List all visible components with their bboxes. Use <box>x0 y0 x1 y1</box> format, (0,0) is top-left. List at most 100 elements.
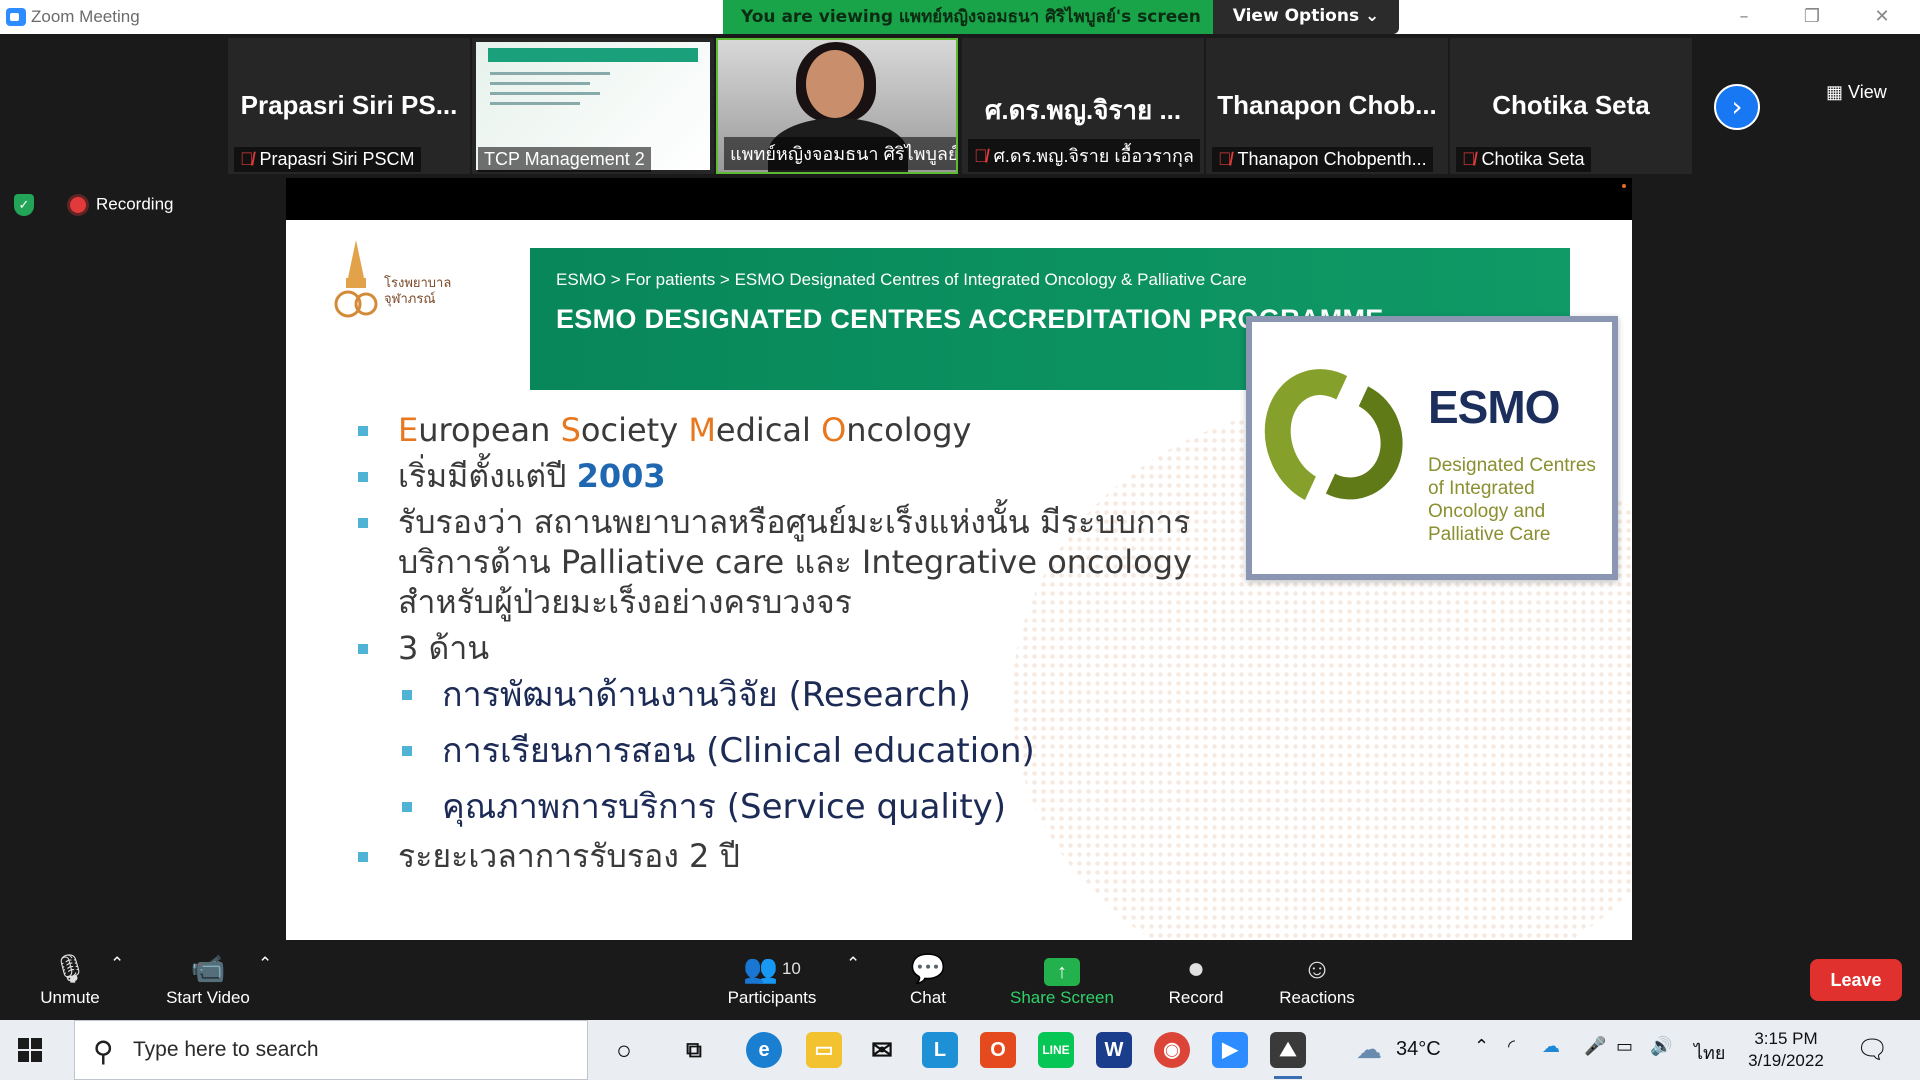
participant-label-text: Chotika Seta <box>1481 149 1585 169</box>
record-label: Record <box>1168 988 1224 1007</box>
slide-bullet-list: European Society Medical Oncology เริ่มม… <box>358 410 1238 876</box>
unmute-label: Unmute <box>40 988 100 1007</box>
bullet-text: เริ่มมีตั้งแต่ปี <box>398 457 577 495</box>
participant-label: 🎙̸ Chotika Seta <box>1456 147 1591 172</box>
network-icon[interactable]: ◜ <box>1508 1036 1515 1057</box>
bullet-item: เริ่มมีตั้งแต่ปี 2003 <box>358 456 1238 496</box>
weather-icon[interactable]: ☁ <box>1356 1034 1382 1065</box>
recording-label: Recording <box>96 194 174 214</box>
view-options-button[interactable]: View Options ⌄ <box>1213 0 1399 34</box>
participant-tile[interactable]: Prapasri Siri PS... 🎙̸ Prapasri Siri PSCM <box>228 38 470 174</box>
muted-mic-icon: 🎙̸ <box>1218 149 1232 169</box>
thumbnail-line <box>490 72 610 75</box>
cortana-icon[interactable]: ○ <box>606 1032 642 1068</box>
participant-label-text: ศ.ดร.พญ.จิราย เอื้อวรากุล ... <box>993 146 1201 166</box>
start-video-button[interactable]: 📹 Start Video <box>156 950 260 1008</box>
muted-mic-icon: 🎙̸ <box>1462 149 1476 169</box>
encryption-shield-icon[interactable]: ✓ <box>14 194 34 216</box>
close-button[interactable]: ✕ <box>1862 4 1902 30</box>
language-indicator[interactable]: ไทย <box>1694 1038 1725 1067</box>
leave-button[interactable]: Leave <box>1810 959 1902 1001</box>
edge-icon[interactable]: e <box>746 1032 782 1068</box>
audio-options-caret-icon[interactable]: ⌃ <box>110 954 124 974</box>
highlight-letter: S <box>560 411 581 449</box>
share-screen-button[interactable]: ↑ Share Screen <box>1006 950 1118 1008</box>
record-button[interactable]: ⏺ Record <box>1164 950 1228 1008</box>
participant-tile[interactable]: ศ.ดร.พญ.จิราย ... 🎙̸ ศ.ดร.พญ.จิราย เอื้อว… <box>962 38 1204 174</box>
participant-name-large: Chotika Seta <box>1492 90 1650 120</box>
chrome-icon[interactable]: ◉ <box>1154 1032 1190 1068</box>
slide-breadcrumb: ESMO > For patients > ESMO Designated Ce… <box>556 270 1247 289</box>
thumbnail-line <box>490 92 600 95</box>
share-screen-icon: ↑ <box>1006 950 1118 988</box>
reactions-button[interactable]: ☺ Reactions <box>1274 950 1360 1008</box>
volume-icon[interactable]: 🔊 <box>1650 1036 1672 1057</box>
participant-label-text: Thanapon Chobpenth... <box>1237 149 1427 169</box>
zoom-taskbar-icon[interactable]: ▶ <box>1212 1032 1248 1068</box>
microphone-icon[interactable]: 🎤 <box>1584 1036 1606 1057</box>
unmute-button[interactable]: 🎙 Unmute <box>30 950 110 1008</box>
task-view-icon[interactable]: ⧉ <box>676 1032 712 1068</box>
participant-name-large: Thanapon Chob... <box>1217 90 1437 120</box>
active-app-icon[interactable]: ⛰ <box>1270 1032 1306 1079</box>
bullet-item: ระยะเวลาการรับรอง 2 ปี <box>358 836 1238 876</box>
sub-bullet-item: การเรียนการสอน (Clinical education) <box>358 728 1238 774</box>
grid-icon: ▦ <box>1826 82 1844 102</box>
bullet-text: edical <box>715 411 822 449</box>
participant-strip: Prapasri Siri PS... 🎙̸ Prapasri Siri PSCM… <box>0 34 1920 174</box>
l-app-icon[interactable]: L <box>922 1032 958 1068</box>
restore-button[interactable]: ❐ <box>1792 4 1832 30</box>
hospital-logo: โรงพยาบาล จุฬาภรณ์ <box>326 238 466 328</box>
hospital-name-line1: โรงพยาบาล <box>384 276 452 291</box>
start-video-label: Start Video <box>166 988 250 1007</box>
participants-caret-icon[interactable]: ⌃ <box>846 954 860 974</box>
bullet-text: uropean <box>418 411 561 449</box>
esmo-logo-subtitle: Designated Centres of Integrated Oncolog… <box>1428 455 1596 545</box>
participant-label: 🎙̸ ศ.ดร.พญ.จิราย เอื้อวรากุล ... <box>968 139 1200 172</box>
participant-label: 🎙̸ Prapasri Siri PSCM <box>234 147 421 172</box>
bullet-text: ncology <box>846 411 972 449</box>
participant-label: 🎙̸ Thanapon Chobpenth... <box>1212 147 1433 172</box>
taskbar-search-box[interactable]: ⚲ Type here to search <box>74 1020 588 1080</box>
line-icon[interactable]: LINE <box>1038 1032 1074 1068</box>
battery-icon[interactable]: ▭ <box>1616 1036 1633 1057</box>
esmo-logo-card: ESMO Designated Centres of Integrated On… <box>1245 316 1618 580</box>
participants-icon: 👥 10 <box>743 953 801 984</box>
participants-label: Participants <box>727 988 817 1007</box>
mail-icon[interactable]: ✉ <box>864 1032 900 1068</box>
bullet-item: รับรองว่า สถานพยาบาลหรือศูนย์มะเร็งแห่งน… <box>358 502 1238 622</box>
participant-tile[interactable]: Thanapon Chob... 🎙̸ Thanapon Chobpenth... <box>1206 38 1448 174</box>
video-options-caret-icon[interactable]: ⌃ <box>258 954 272 974</box>
reactions-label: Reactions <box>1279 988 1355 1007</box>
minimize-button[interactable]: – <box>1724 4 1764 30</box>
next-page-arrow-icon[interactable]: › <box>1714 84 1760 130</box>
participant-label: แพทย์หญิงจอมธนา ศิริไพบูลย์ <box>724 137 956 170</box>
participant-tile-active-speaker[interactable]: แพทย์หญิงจอมธนา ศิริไพบูลย์ <box>716 38 958 174</box>
chat-button[interactable]: 💬 Chat <box>898 950 958 1008</box>
taskbar-clock[interactable]: 3:15 PM 3/19/2022 <box>1736 1028 1836 1072</box>
file-explorer-icon[interactable]: ▭ <box>806 1032 842 1068</box>
participants-button[interactable]: 👥 10 Participants <box>718 950 826 1008</box>
participant-label: TCP Management 2 <box>478 147 651 172</box>
search-placeholder: Type here to search <box>133 1038 319 1061</box>
office-icon[interactable]: O <box>980 1032 1016 1068</box>
muted-mic-icon: 🎙̸ <box>240 149 254 169</box>
participant-tile[interactable]: TCP Management 2 <box>472 38 714 174</box>
shared-screen-top-bar <box>286 178 1632 220</box>
hospital-name-line2: จุฬาภรณ์ <box>384 292 436 307</box>
participant-tile[interactable]: Chotika Seta 🎙̸ Chotika Seta <box>1450 38 1692 174</box>
clock-date: 3/19/2022 <box>1748 1051 1824 1070</box>
webex-icon[interactable]: W <box>1096 1032 1132 1068</box>
muted-mic-icon: 🎙̸ <box>974 146 988 166</box>
participant-name-large: ศ.ดร.พญ.จิราย ... <box>984 95 1182 125</box>
shared-slide: โรงพยาบาล จุฬาภรณ์ ESMO > For patients >… <box>286 220 1632 940</box>
windows-start-icon[interactable] <box>18 1038 42 1062</box>
onedrive-icon[interactable]: ☁ <box>1542 1036 1560 1057</box>
highlight-letter: O <box>821 411 847 449</box>
show-hidden-icons-icon[interactable]: ⌃ <box>1474 1036 1489 1057</box>
year-highlight: 2003 <box>576 457 666 495</box>
search-icon: ⚲ <box>93 1035 114 1068</box>
notifications-icon[interactable]: 🗨 <box>1856 1034 1889 1065</box>
meeting-toolbar: 🎙 Unmute ⌃ 📹 Start Video ⌃ 👥 10 Participa… <box>0 940 1920 1020</box>
view-layout-button[interactable]: ▦ View <box>1826 82 1887 103</box>
